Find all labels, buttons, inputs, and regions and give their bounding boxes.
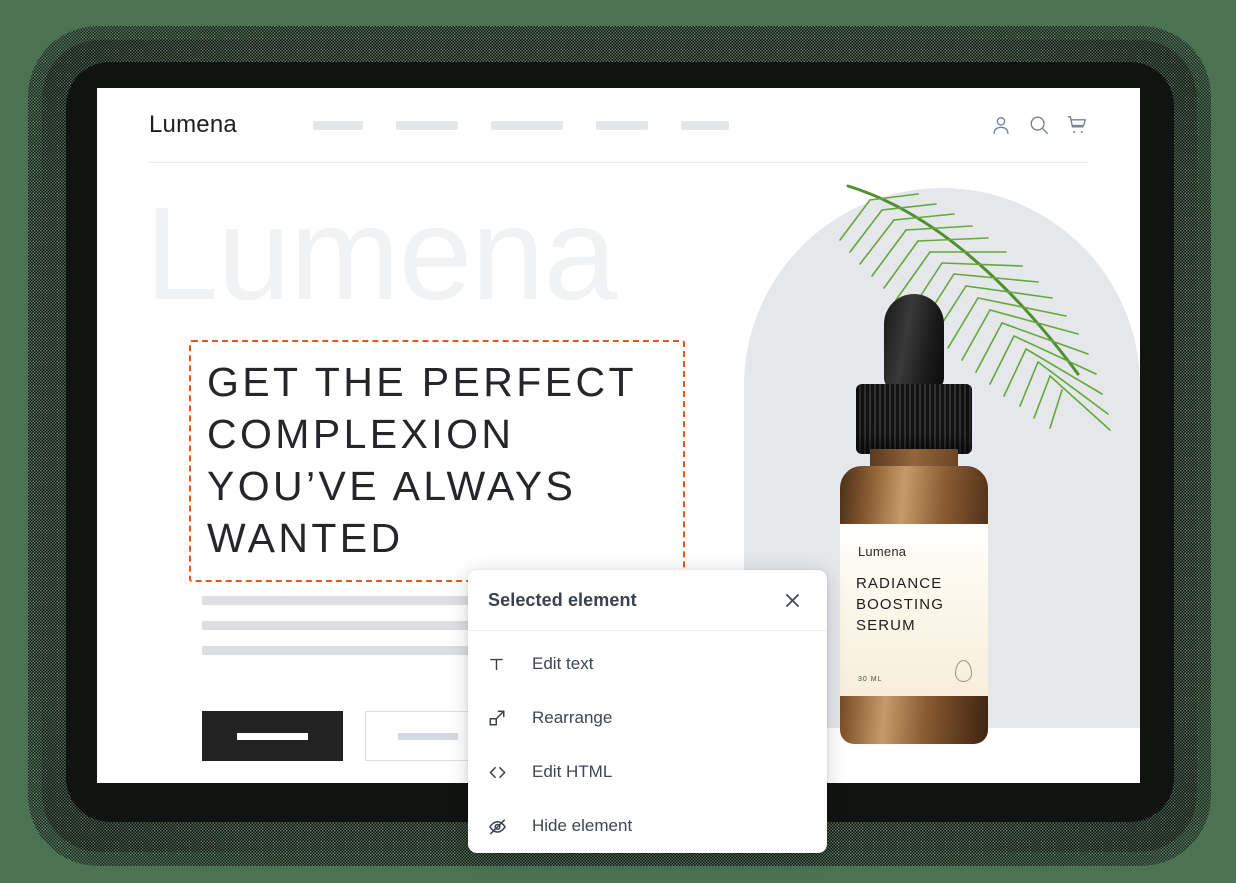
menu-item-label: Edit text: [532, 654, 594, 673]
menu-item-edit-text[interactable]: Edit text: [468, 637, 827, 691]
secondary-cta-label-placeholder: [398, 732, 458, 740]
nav-item-placeholder-2[interactable]: [395, 120, 458, 130]
popup-menu-list: Edit text Rearrange Edit HTML Hide eleme…: [468, 631, 827, 853]
dropper-bulb: [884, 294, 944, 390]
nav-item-placeholder-4[interactable]: [595, 120, 648, 130]
label-brand: Lumena: [858, 544, 907, 559]
eye-off-icon: [488, 817, 518, 836]
popup-title: Selected element: [488, 589, 637, 610]
primary-cta-button[interactable]: [202, 711, 343, 761]
droplet-icon: [955, 660, 972, 682]
body-line-placeholder-3: [202, 646, 470, 655]
product-bottle: Lumena RADIANCE BOOSTING SERUM 30 ML: [705, 294, 1012, 783]
dropper-cap: [856, 384, 972, 454]
menu-item-edit-html[interactable]: Edit HTML: [468, 745, 827, 799]
label-name-line-1: RADIANCE: [856, 575, 943, 592]
selected-headline-outline[interactable]: GET THE PERFECT COMPLEXION YOU’VE ALWAYS…: [189, 340, 685, 582]
primary-cta-label-placeholder: [237, 732, 308, 740]
label-name-line-2: BOOSTING: [856, 596, 944, 613]
label-product-name: RADIANCE BOOSTING SERUM: [856, 573, 988, 636]
menu-item-hide-element[interactable]: Hide element: [468, 799, 827, 853]
close-icon[interactable]: [779, 587, 805, 613]
menu-item-rearrange[interactable]: Rearrange: [468, 691, 827, 745]
nav-placeholder-group: [312, 120, 729, 130]
code-icon: [488, 763, 518, 782]
selected-element-popup: Selected element Edit text Rearrange Edi…: [468, 570, 827, 853]
label-name-line-3: SERUM: [856, 617, 916, 634]
cta-button-row: [202, 711, 491, 761]
nav-item-placeholder-3[interactable]: [490, 120, 563, 130]
text-icon: [488, 656, 518, 673]
menu-item-label: Rearrange: [532, 708, 613, 727]
nav-item-placeholder-1[interactable]: [312, 120, 363, 130]
brand-watermark: Lumena: [145, 180, 617, 327]
bottle-label: Lumena RADIANCE BOOSTING SERUM 30 ML: [840, 524, 988, 696]
site-logo[interactable]: Lumena: [149, 111, 237, 139]
hero-headline[interactable]: GET THE PERFECT COMPLEXION YOU’VE ALWAYS…: [207, 356, 667, 564]
rearrange-icon: [488, 709, 518, 727]
menu-item-label: Hide element: [532, 816, 633, 835]
menu-item-label: Edit HTML: [532, 762, 613, 781]
popup-header: Selected element: [468, 570, 827, 631]
label-volume: 30 ML: [858, 676, 883, 683]
